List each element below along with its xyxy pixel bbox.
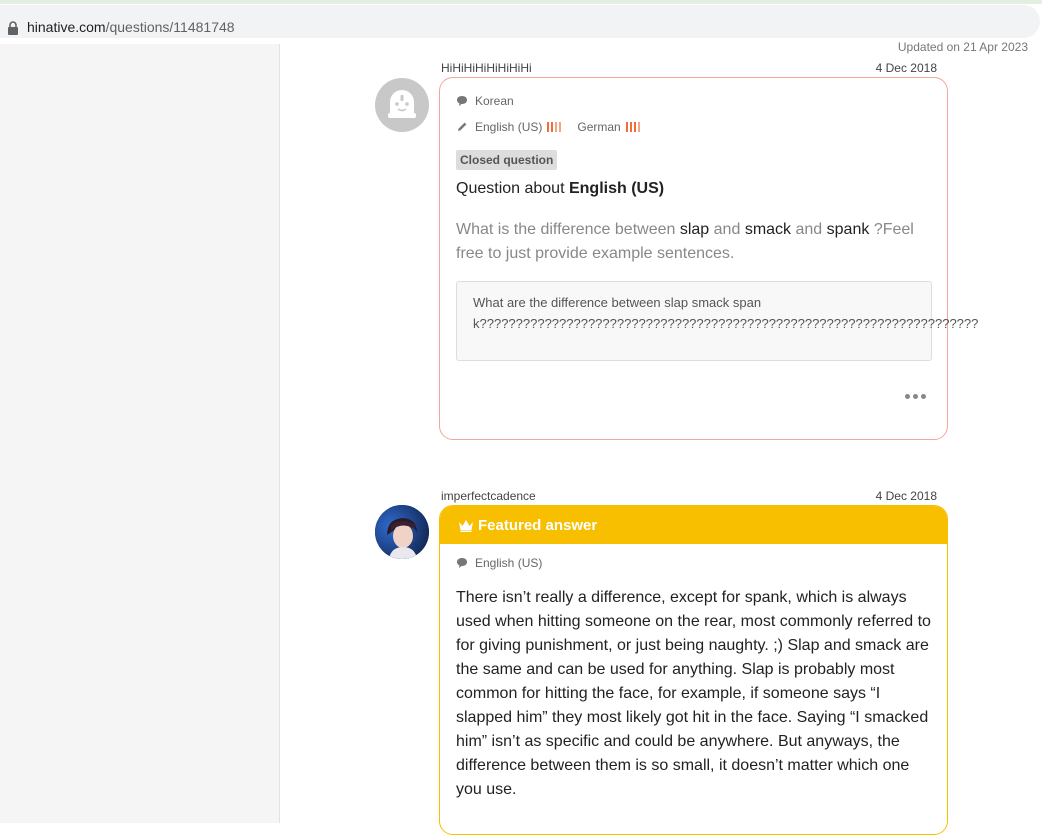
browser-top-strip bbox=[0, 0, 1042, 4]
answer-date: 4 Dec 2018 bbox=[875, 489, 937, 503]
question-quote: What are the difference between slap sma… bbox=[456, 281, 978, 361]
question-about-language[interactable]: English (US) bbox=[569, 180, 664, 197]
learning-language-2: German bbox=[577, 120, 621, 134]
crown-icon bbox=[459, 520, 473, 532]
keyword-smack: smack bbox=[744, 221, 792, 238]
browser-address-bar: hinative.com/questions/11481748 bbox=[0, 0, 1042, 44]
keyword-slap: slap bbox=[679, 221, 710, 238]
status-badge: Closed question bbox=[456, 150, 558, 170]
keyword-spank: spank bbox=[826, 221, 870, 238]
native-language-row: Korean bbox=[456, 94, 514, 108]
url-field[interactable]: hinative.com/questions/11481748 bbox=[0, 5, 1040, 38]
learning-language-1: English (US) bbox=[475, 120, 543, 134]
question-text-part: and bbox=[713, 221, 741, 238]
url-domain: hinative.com bbox=[27, 19, 106, 35]
answer-text: There isn’t really a difference, except … bbox=[456, 589, 931, 798]
question-avatar[interactable] bbox=[375, 78, 429, 132]
native-language: Korean bbox=[475, 94, 514, 108]
updated-date: Updated on 21 Apr 2023 bbox=[897, 40, 1028, 54]
featured-answer-header: Featured answer bbox=[440, 506, 947, 544]
question-text-part: What is the difference between bbox=[456, 221, 676, 238]
question-date: 4 Dec 2018 bbox=[875, 61, 937, 75]
more-horizontal-icon[interactable] bbox=[905, 394, 926, 399]
question-username[interactable]: HiHiHiHiHiHiHiHi bbox=[441, 61, 532, 75]
level-bars-icon bbox=[547, 122, 562, 132]
featured-answer-label: Featured answer bbox=[478, 517, 598, 534]
speech-bubble-icon bbox=[457, 96, 467, 106]
question-text-part: and bbox=[795, 221, 823, 238]
user-photo-icon bbox=[375, 505, 429, 559]
left-sidebar bbox=[0, 44, 280, 823]
url-text[interactable]: hinative.com/questions/11481748 bbox=[27, 19, 235, 35]
answer-avatar[interactable] bbox=[375, 505, 429, 559]
level-bars-icon bbox=[625, 122, 640, 132]
question-about: Question about English (US) bbox=[456, 180, 664, 198]
lock-icon[interactable] bbox=[6, 20, 20, 36]
url-path: /questions/11481748 bbox=[105, 19, 235, 35]
answer-language: English (US) bbox=[475, 556, 543, 570]
learning-languages-row: English (US) German bbox=[456, 120, 640, 134]
question-about-prefix: Question about bbox=[456, 180, 565, 197]
default-avatar-icon bbox=[388, 90, 416, 118]
question-text: What is the difference between slap and … bbox=[456, 218, 926, 266]
speech-bubble-icon bbox=[457, 558, 467, 568]
answer-username[interactable]: imperfectcadence bbox=[441, 489, 536, 503]
answer-language-row: English (US) bbox=[456, 556, 542, 570]
pencil-icon bbox=[458, 122, 467, 131]
